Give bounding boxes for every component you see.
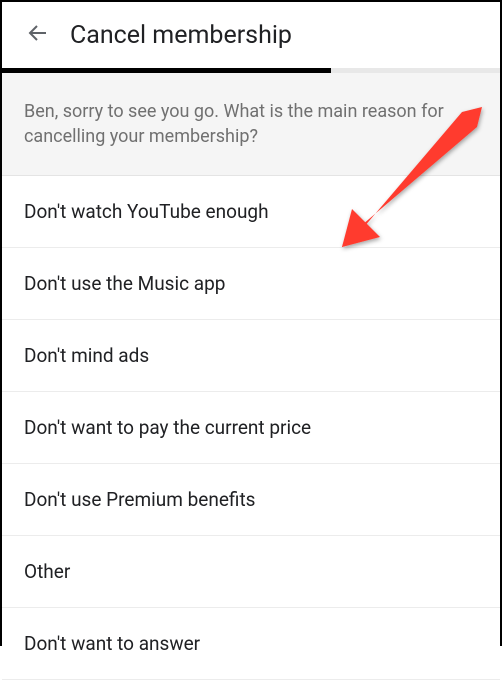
options-list: Don't watch YouTube enough Don't use the… [2, 176, 500, 680]
arrow-left-icon [26, 21, 50, 49]
option-label: Don't use the Music app [24, 272, 225, 295]
back-button[interactable] [18, 15, 58, 55]
option-label: Don't want to pay the current price [24, 416, 311, 439]
option-dont-want-price[interactable]: Don't want to pay the current price [2, 392, 500, 464]
option-label: Don't watch YouTube enough [24, 200, 269, 223]
option-other[interactable]: Other [2, 536, 500, 608]
progress-bar [2, 68, 500, 73]
option-dont-use-premium[interactable]: Don't use Premium benefits [2, 464, 500, 536]
page-title: Cancel membership [70, 21, 292, 50]
prompt-text: Ben, sorry to see you go. What is the ma… [24, 99, 478, 149]
option-label: Don't mind ads [24, 344, 149, 367]
option-dont-watch-youtube[interactable]: Don't watch YouTube enough [2, 176, 500, 248]
option-label: Other [24, 560, 70, 583]
option-dont-mind-ads[interactable]: Don't mind ads [2, 320, 500, 392]
option-dont-use-music-app[interactable]: Don't use the Music app [2, 248, 500, 320]
option-dont-want-answer[interactable]: Don't want to answer [2, 608, 500, 680]
prompt-area: Ben, sorry to see you go. What is the ma… [2, 73, 500, 176]
option-label: Don't want to answer [24, 632, 200, 655]
header: Cancel membership [2, 2, 500, 68]
progress-fill [2, 68, 331, 73]
option-label: Don't use Premium benefits [24, 488, 255, 511]
